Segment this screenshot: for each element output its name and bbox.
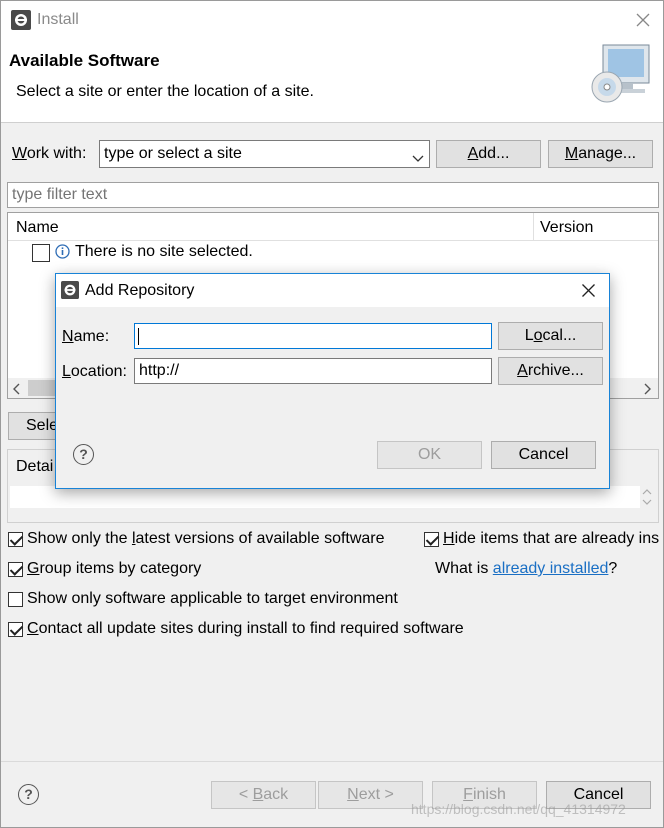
local-button[interactable]: Local... [498, 322, 603, 350]
add-repository-dialog: Add Repository Name: Local... Location: … [55, 273, 610, 489]
work-with-label: Work with: [12, 145, 87, 162]
contact-sites-label[interactable]: Contact all update sites during install … [27, 620, 464, 638]
text-caret [138, 328, 139, 345]
contact-sites-checkbox[interactable] [8, 622, 23, 637]
page-description: Select a site or enter the location of a… [16, 83, 314, 100]
archive-button[interactable]: Archive... [498, 357, 603, 385]
dialog-cancel-button[interactable]: Cancel [491, 441, 596, 469]
column-header-name[interactable]: Name [16, 219, 59, 237]
work-with-combo[interactable]: type or select a site [99, 140, 430, 168]
scroll-left-icon[interactable] [12, 382, 22, 395]
column-header-version[interactable]: Version [540, 219, 593, 237]
what-is-installed-text: What is already installed? [435, 560, 618, 577]
hide-installed-label[interactable]: Hide items that are already ins [443, 530, 659, 548]
help-icon[interactable]: ? [18, 784, 39, 805]
dialog-title: Add Repository [85, 282, 195, 299]
group-by-category-checkbox[interactable] [8, 562, 23, 577]
column-divider [533, 213, 534, 241]
watermark-text: https://blog.csdn.net/qq_41314972 [411, 801, 626, 817]
details-label: Detai [16, 458, 54, 475]
add-site-button[interactable]: Add... [436, 140, 541, 168]
chevron-down-icon[interactable] [412, 147, 424, 162]
eclipse-app-icon [11, 10, 31, 30]
manage-sites-button[interactable]: Manage... [548, 140, 653, 168]
location-label: Location: [62, 363, 127, 380]
wizard-banner: Available Software Select a site or ente… [1, 39, 663, 123]
name-label: Name: [62, 328, 110, 345]
show-latest-checkbox[interactable] [8, 532, 23, 547]
window-title: Install [37, 11, 79, 28]
already-installed-link[interactable]: already installed [493, 560, 609, 577]
title-bar: Install [1, 1, 663, 39]
row-text: There is no site selected. [75, 243, 253, 260]
scroll-right-icon[interactable] [642, 382, 652, 395]
eclipse-app-icon [61, 281, 79, 299]
name-input[interactable] [134, 323, 492, 349]
applicable-only-label[interactable]: Show only software applicable to target … [27, 590, 398, 608]
back-button[interactable]: < Back [211, 781, 316, 809]
ok-button[interactable]: OK [377, 441, 482, 469]
install-software-icon [589, 43, 659, 107]
next-button[interactable]: Next > [318, 781, 423, 809]
table-row[interactable]: There is no site selected. [8, 241, 658, 265]
show-latest-label[interactable]: Show only the latest versions of availab… [27, 530, 385, 548]
footer-separator [1, 761, 663, 762]
table-header: Name Version [8, 213, 658, 241]
filter-input[interactable] [7, 182, 659, 208]
hide-installed-checkbox[interactable] [424, 532, 439, 547]
dialog-title-bar: Add Repository [56, 274, 609, 307]
page-title: Available Software [9, 51, 160, 70]
row-checkbox[interactable] [32, 244, 50, 262]
details-text [10, 486, 640, 508]
location-input[interactable]: http:// [134, 358, 492, 384]
close-icon[interactable] [581, 283, 596, 298]
help-icon[interactable]: ? [73, 444, 94, 465]
applicable-only-checkbox[interactable] [8, 592, 23, 607]
close-icon[interactable] [635, 12, 651, 28]
details-scroll-icon[interactable] [640, 486, 654, 508]
group-by-category-label[interactable]: Group items by category [27, 560, 201, 578]
info-icon [55, 244, 70, 259]
